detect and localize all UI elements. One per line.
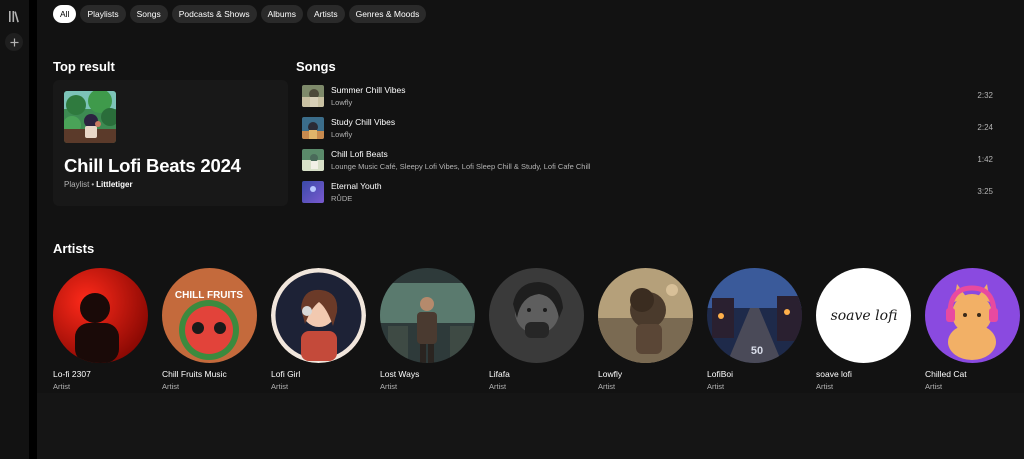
song-title[interactable]: Summer Chill Vibes	[331, 85, 405, 95]
song-thumbnail	[302, 117, 324, 139]
artist-name[interactable]: soave lofi	[816, 369, 911, 379]
artist-image	[53, 268, 148, 363]
song-row[interactable]: Study Chill Vibes Lowfly 2:24	[295, 114, 995, 146]
artist-name[interactable]: Lowfly	[598, 369, 693, 379]
artist-card[interactable]: soave lofi soave lofi Artist	[816, 268, 911, 391]
song-thumbnail	[302, 181, 324, 203]
song-title[interactable]: Study Chill Vibes	[331, 117, 395, 127]
chip-playlists[interactable]: Playlists	[80, 5, 126, 23]
song-artist[interactable]: Lowfly	[331, 98, 352, 107]
top-result-owner[interactable]: Littletiger	[96, 180, 132, 189]
artist-logo-text: soave lofi	[831, 308, 898, 324]
artist-image	[598, 268, 693, 363]
artist-card[interactable]: Lost Ways Artist	[380, 268, 475, 391]
song-artist[interactable]: Lounge Music Café, Sleepy Lofi Vibes, Lo…	[331, 162, 590, 171]
top-result-card[interactable]: Chill Lofi Beats 2024 Playlist • Littletig…	[53, 80, 288, 206]
artist-image	[380, 268, 475, 363]
chip-albums[interactable]: Albums	[260, 5, 303, 23]
artist-card[interactable]: Lowfly Artist	[598, 268, 693, 391]
top-result-type: Playlist	[64, 180, 90, 189]
artist-logo-text: CHILL FRUITS	[175, 290, 243, 301]
artist-name[interactable]: Chill Fruits Music	[162, 369, 257, 379]
song-duration: 2:32	[977, 91, 993, 100]
meta-separator: •	[91, 180, 95, 189]
artist-card[interactable]: Lifafa Artist	[489, 268, 584, 391]
main-content: All Playlists Songs Podcasts & Shows Alb…	[37, 0, 1024, 459]
artist-image	[271, 268, 366, 363]
song-thumbnail	[302, 149, 324, 171]
filter-chips: All Playlists Songs Podcasts & Shows Alb…	[53, 5, 427, 23]
top-result-meta: Playlist • Littletiger	[64, 180, 133, 189]
song-row[interactable]: Summer Chill Vibes Lowfly 2:32	[295, 82, 995, 114]
artist-name[interactable]: Lofi Girl	[271, 369, 366, 379]
artist-name[interactable]: LofiBoi	[707, 369, 802, 379]
chip-podcasts-shows[interactable]: Podcasts & Shows	[171, 5, 257, 23]
artist-name[interactable]: Lost Ways	[380, 369, 475, 379]
chip-all[interactable]: All	[53, 5, 77, 23]
artist-type: Artist	[53, 382, 71, 391]
artist-image: CHILL FRUITS	[162, 268, 257, 363]
chip-songs[interactable]: Songs	[129, 5, 168, 23]
chip-artists[interactable]: Artists	[306, 5, 345, 23]
song-row[interactable]: Eternal Youth RŮDE 3:25	[295, 178, 995, 210]
song-artist[interactable]: RŮDE	[331, 194, 352, 203]
artist-type: Artist	[925, 382, 943, 391]
artists-row: Lo-fi 2307 Artist CHILL FRUITS Chill Fru…	[53, 268, 1020, 391]
songs-heading: Songs	[296, 59, 336, 74]
artist-type: Artist	[816, 382, 834, 391]
plus-icon	[10, 38, 18, 46]
artist-image: soave lofi	[816, 268, 911, 363]
sidebar	[0, 0, 29, 459]
artists-heading: Artists	[53, 241, 95, 256]
artist-type: Artist	[271, 382, 289, 391]
artist-card[interactable]: Chilled Cat Artist	[925, 268, 1020, 391]
artist-image	[489, 268, 584, 363]
song-artist[interactable]: Lowfly	[331, 130, 352, 139]
top-result-heading: Top result	[53, 59, 115, 74]
chip-genres-moods[interactable]: Genres & Moods	[348, 5, 427, 23]
artist-card[interactable]: Lo-fi 2307 Artist	[53, 268, 148, 391]
create-button[interactable]	[5, 33, 23, 51]
songs-list: Summer Chill Vibes Lowfly 2:32 Study Chi…	[295, 82, 995, 210]
artist-type: Artist	[380, 382, 398, 391]
song-duration: 3:25	[977, 187, 993, 196]
top-result-cover	[64, 91, 116, 143]
song-duration: 2:24	[977, 123, 993, 132]
song-title[interactable]: Chill Lofi Beats	[331, 149, 388, 159]
artist-image	[925, 268, 1020, 363]
top-result-title[interactable]: Chill Lofi Beats 2024	[64, 155, 241, 177]
app: All Playlists Songs Podcasts & Shows Alb…	[0, 0, 1024, 459]
artist-type: Artist	[489, 382, 507, 391]
artist-card[interactable]: CHILL FRUITS Chill Fruits Music Artist	[162, 268, 257, 391]
artist-name[interactable]: Chilled Cat	[925, 369, 1020, 379]
library-button[interactable]	[6, 8, 22, 24]
artist-name[interactable]: Lifafa	[489, 369, 584, 379]
song-title[interactable]: Eternal Youth	[331, 181, 382, 191]
artist-type: Artist	[707, 382, 725, 391]
song-thumbnail	[302, 85, 324, 107]
song-row[interactable]: Chill Lofi Beats Lounge Music Café, Slee…	[295, 146, 995, 178]
song-duration: 1:42	[977, 155, 993, 164]
library-icon	[8, 10, 19, 22]
artist-name[interactable]: Lo-fi 2307	[53, 369, 148, 379]
artist-logo-text: 50	[751, 345, 763, 357]
artist-card[interactable]: Lofi Girl Artist	[271, 268, 366, 391]
artist-type: Artist	[598, 382, 616, 391]
main-bottom-area	[37, 393, 1024, 459]
artist-image: 50	[707, 268, 802, 363]
artist-type: Artist	[162, 382, 180, 391]
artist-card[interactable]: 50 LofiBoi Artist	[707, 268, 802, 391]
